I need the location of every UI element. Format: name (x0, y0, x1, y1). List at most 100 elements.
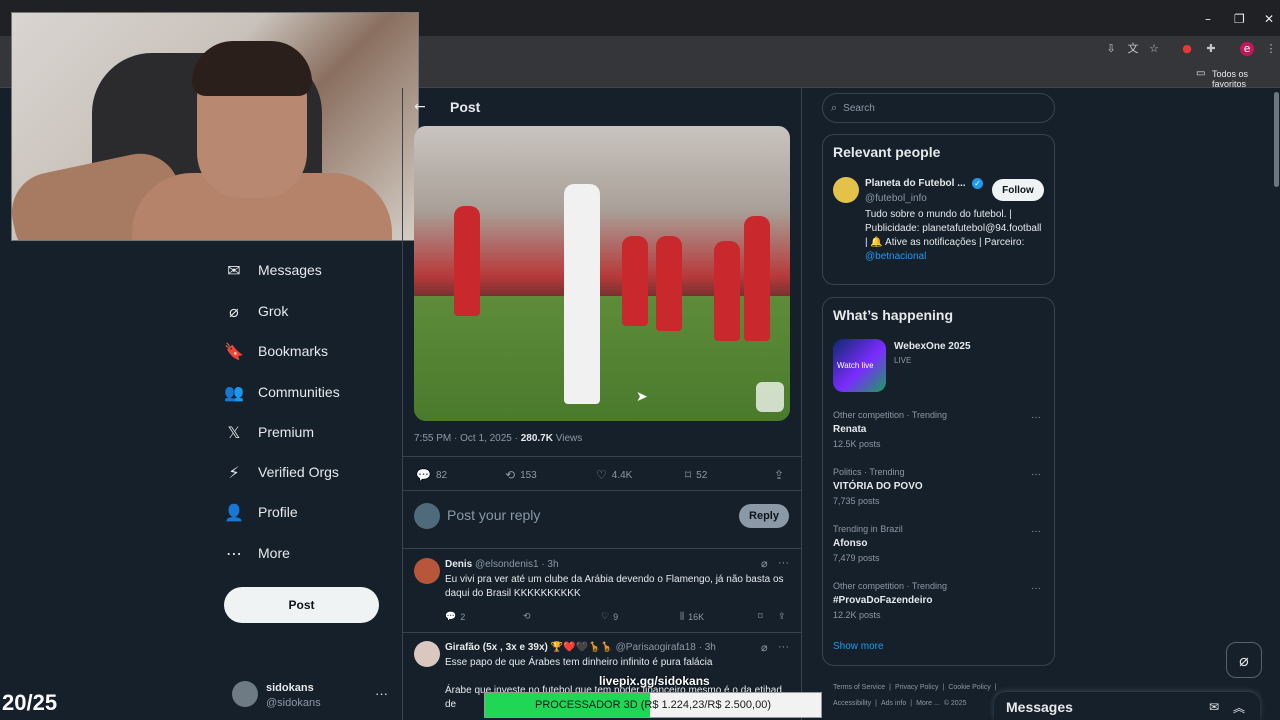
account-more-icon[interactable]: ··· (375, 686, 388, 701)
nav-profile[interactable]: 👤 Profile (224, 492, 298, 532)
trend-more-icon[interactable]: ··· (1031, 526, 1041, 537)
repost-action[interactable]: ⟲ 153 (505, 468, 537, 482)
trend-name[interactable]: Afonso (833, 538, 867, 549)
bar-chart-icon: ⫼ (680, 611, 685, 621)
bookmark-action[interactable]: ⌑ 52 (685, 468, 707, 482)
trend-count: 7,735 posts (833, 496, 880, 506)
like-action[interactable]: ♡ 4.4K (596, 468, 632, 482)
verified-badge-icon: ✓ (972, 178, 983, 189)
like-count: 9 (613, 611, 619, 622)
footer-link[interactable]: Terms of Service (833, 684, 885, 691)
footer-link[interactable]: Accessibility (833, 700, 871, 707)
nav-verified-orgs[interactable]: ⚡ Verified Orgs (224, 452, 339, 492)
repost-icon: ⟲ (505, 468, 516, 482)
trend-more-icon[interactable]: ··· (1031, 583, 1041, 594)
account-avatar[interactable] (232, 681, 258, 707)
extensions-puzzle-icon[interactable]: ✚ (1204, 42, 1218, 56)
views-action[interactable]: ⫼ 16K (680, 611, 704, 622)
footer-sep: | (994, 684, 997, 691)
heart-icon: ♡ (596, 468, 607, 482)
tweet-author[interactable]: Girafão (5x , 3x e 39x) 🏆❤️🖤🦒🦒 (445, 642, 613, 653)
more-icon[interactable]: ··· (778, 557, 789, 569)
grok-icon[interactable]: ⌀ (761, 641, 768, 654)
bookmark-action[interactable]: ⌑ (758, 611, 763, 622)
trend-name[interactable]: Renata (833, 424, 866, 435)
event-status: LIVE (894, 356, 912, 365)
stream-counter: 20/25 (2, 690, 58, 715)
new-message-icon[interactable]: ✉ (1209, 700, 1219, 714)
trend-count: 12.2K posts (833, 610, 881, 620)
messages-drawer-title[interactable]: Messages (1006, 699, 1073, 715)
post-button[interactable]: Post (224, 587, 379, 623)
profile-avatar-icon[interactable]: e (1240, 42, 1254, 56)
relevant-people-title: Relevant people (833, 144, 941, 160)
event-name[interactable]: WebexOne 2025 (894, 341, 971, 352)
trend-context: Other competition · Trending (833, 581, 948, 591)
red-player (656, 236, 682, 331)
footer-link[interactable]: Cookie Policy (948, 684, 990, 691)
bookmarks-folder[interactable]: Todos os favoritos (1212, 69, 1280, 89)
person-handle: @futebol_info (865, 193, 927, 204)
reply-action[interactable]: 💬 82 (416, 468, 447, 482)
show-more-link[interactable]: Show more (833, 641, 884, 652)
nav-label: Premium (258, 424, 315, 440)
install-app-icon[interactable]: ⇩ (1104, 42, 1118, 56)
reply-button[interactable]: Reply (739, 504, 789, 528)
account-name[interactable]: sidokans (266, 682, 314, 694)
search-input[interactable] (843, 102, 1034, 114)
grok-icon[interactable]: ⌀ (761, 557, 768, 570)
bio-link[interactable]: @betnacional (865, 251, 926, 262)
translate-icon[interactable]: 文 (1126, 42, 1140, 56)
trend-context: Other competition · Trending (833, 410, 948, 420)
avatar[interactable] (833, 177, 859, 203)
trend-name[interactable]: #ProvaDoFazendeiro (833, 595, 932, 606)
reply-input[interactable]: Post your reply (447, 507, 540, 523)
close-window-button[interactable]: ✕ (1264, 12, 1274, 26)
avatar[interactable] (414, 558, 440, 584)
person-name[interactable]: Planeta do Futebol ... (865, 178, 966, 189)
star-bookmark-icon[interactable]: ☆ (1147, 42, 1161, 56)
trend-more-icon[interactable]: ··· (1031, 412, 1041, 423)
share-action[interactable]: ⇪ (778, 611, 786, 622)
browser-menu-icon[interactable]: ⋮ (1264, 42, 1278, 56)
post-media-photo[interactable] (414, 126, 790, 421)
footer-copyright: © 2025 (943, 700, 967, 707)
follow-button[interactable]: Follow (992, 179, 1044, 201)
nav-messages[interactable]: ✉ Messages (224, 250, 322, 290)
nav-grok[interactable]: ⌀ Grok (224, 291, 288, 331)
extension-record-icon[interactable]: ● (1180, 42, 1194, 56)
post-meta: 7:55 PM · Oct 1, 2025 · 280.7K Views (414, 433, 582, 444)
share-action[interactable]: ⇪ (774, 468, 784, 482)
nav-bookmarks[interactable]: 🔖 Bookmarks (224, 331, 328, 371)
reply-action[interactable]: 💬 2 (445, 611, 465, 622)
nav-premium[interactable]: 𝕏 Premium (224, 412, 314, 452)
repost-action[interactable]: ⟲ (523, 611, 531, 622)
trend-more-icon[interactable]: ··· (1031, 469, 1041, 480)
trend-context: Politics · Trending (833, 467, 905, 477)
nav-label: Verified Orgs (258, 464, 339, 480)
footer-link[interactable]: Ads info (881, 700, 906, 707)
red-player (714, 241, 740, 341)
people-icon: 👥 (224, 382, 244, 402)
grok-floating-icon[interactable]: ⌀ (1226, 642, 1262, 678)
footer-link[interactable]: More ... (916, 700, 940, 707)
like-action[interactable]: ♡ 9 (601, 611, 618, 622)
goal-text: PROCESSADOR 3D (R$ 1.224,23/R$ 2.500,00) (534, 699, 771, 711)
nav-label: Profile (258, 504, 298, 520)
avatar (414, 503, 440, 529)
tweet-text: Eu vivi pra ver até um clube da Arábia d… (445, 574, 784, 599)
trend-name[interactable]: VITÓRIA DO POVO (833, 481, 923, 492)
tweet-author[interactable]: Denis (445, 559, 472, 570)
nav-more[interactable]: ⋯ More (224, 533, 290, 573)
search-box[interactable]: ⌕ (822, 93, 1055, 123)
scrollbar[interactable] (1274, 92, 1279, 187)
more-icon[interactable]: ··· (778, 641, 789, 653)
minimize-button[interactable]: – (1205, 12, 1211, 26)
footer-link[interactable]: Privacy Policy (895, 684, 939, 691)
restore-button[interactable]: ❐ (1234, 12, 1245, 26)
nav-label: Bookmarks (258, 343, 329, 359)
back-arrow-icon[interactable]: ← (414, 99, 426, 115)
expand-up-icon[interactable]: ︽ (1233, 699, 1245, 716)
nav-communities[interactable]: 👥 Communities (224, 372, 340, 412)
avatar[interactable] (414, 641, 440, 667)
